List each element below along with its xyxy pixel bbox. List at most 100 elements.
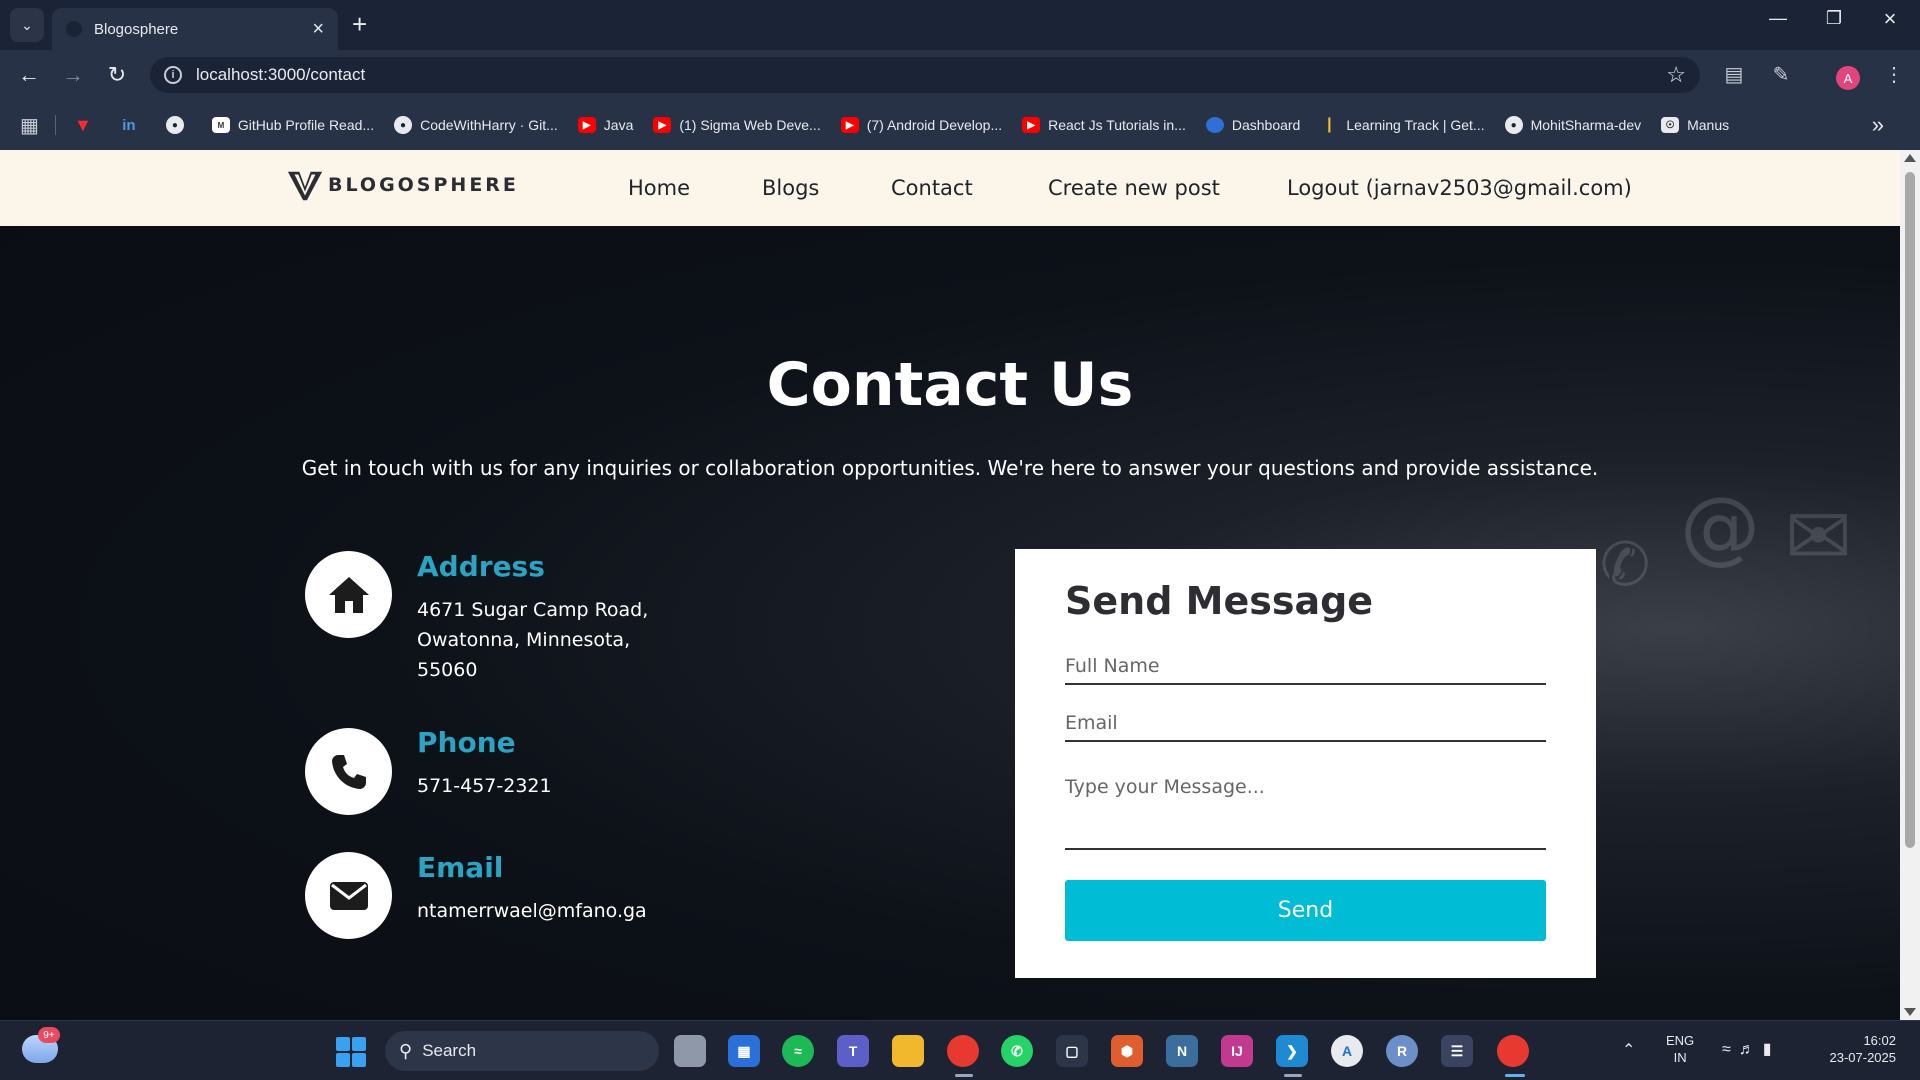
tab-favicon-icon [66,21,82,37]
back-icon[interactable]: ← [14,63,44,87]
phone-icon-circle [305,728,392,815]
bookmark-label: Learning Track | Get... [1346,117,1485,133]
url-text[interactable]: localhost:3000/contact [196,65,1666,85]
apps-grid-icon[interactable]: ▦ [20,113,39,138]
whatsapp-icon[interactable]: ✆ [1001,1035,1033,1067]
minimize-icon[interactable]: — [1758,8,1798,29]
vscode-running-indicator [1284,1074,1302,1077]
battery-icon: ▮ [1762,1041,1780,1058]
teams-icon[interactable]: T [837,1035,869,1067]
bookmark-vercel[interactable]: ▼ [74,115,100,135]
address-line: 4671 Sugar Camp Road, [417,599,649,621]
bookmark-item[interactable]: ● CodeWithHarry · Git... [394,116,558,134]
intellij-icon[interactable]: IJ [1221,1035,1253,1067]
tray-overflow-chevron-icon[interactable]: ⌃ [1622,1040,1635,1060]
bookmark-item[interactable]: | Learning Track | Get... [1320,116,1485,133]
file-explorer-icon[interactable] [892,1035,924,1067]
menu-kebab-icon[interactable]: ⋮ [1880,62,1908,87]
github-icon: ● [165,116,184,134]
restore-icon[interactable]: ❐ [1814,8,1854,29]
app-diagram-icon[interactable]: N [1166,1035,1198,1067]
close-window-icon[interactable]: × [1870,6,1910,32]
nav-blogs[interactable]: Blogs [762,176,819,200]
tab-groups-icon[interactable]: ▤ [1720,62,1748,87]
more-bookmarks-icon[interactable]: » [1872,112,1884,138]
ms-store-icon[interactable]: ▦ [728,1035,760,1067]
spotify-icon[interactable]: ≈ [782,1035,814,1067]
email-address: ntamerrwael@mfano.ga [417,900,647,922]
bookmark-item[interactable]: ▶ Java [577,117,633,133]
bookmark-item[interactable]: ▶ React Js Tutorials in... [1022,117,1186,133]
bookmark-item[interactable]: ▶ (7) Android Develop... [840,117,1002,133]
r-app-icon[interactable]: R [1386,1035,1418,1067]
weather-badge: 9+ [38,1027,60,1043]
tab-close-icon[interactable]: × [312,18,324,41]
bookmark-linkedin[interactable]: in [120,116,146,134]
virtualbox-icon[interactable]: ▢ [1056,1035,1088,1067]
youtube-icon: ▶ [1022,117,1041,133]
at-sign-decor-icon: @ [1680,480,1760,573]
address-heading: Address [417,550,545,583]
bookmark-item[interactable]: ☉ Manus [1661,117,1729,133]
browser-tab[interactable]: Blogosphere × [52,8,338,50]
tab-search-icon[interactable]: ⌄ [10,8,44,42]
nav-contact[interactable]: Contact [891,176,973,200]
logo-v-icon [287,171,323,201]
nav-create-post[interactable]: Create new post [1048,176,1220,200]
chrome-icon[interactable] [1497,1035,1529,1067]
scroll-thumb[interactable] [1905,172,1915,848]
bookmark-label: (1) Sigma Web Deve... [679,117,821,133]
language-indicator[interactable]: ENG IN [1666,1032,1694,1066]
search-icon: ⚲ [399,1040,413,1061]
clock-date: 23-07-2025 [1829,1050,1897,1065]
page-scrollbar[interactable] [1900,150,1920,1020]
bookmark-item[interactable]: ▶ (1) Sigma Web Deve... [653,117,821,133]
bookmark-label: Manus [1687,117,1730,133]
page-subtitle: Get in touch with us for any inquiries o… [301,456,1599,480]
chrome-canary-icon[interactable] [947,1035,979,1067]
address-line: Owatonna, Minnesota, [417,629,631,651]
system-clock[interactable]: 16:02 23-07-2025 [1812,1032,1897,1066]
scroll-down-icon[interactable] [1904,1008,1916,1016]
bookmark-item[interactable]: ● MohitSharma-dev [1504,116,1641,134]
reload-icon[interactable]: ↻ [102,63,132,87]
eclipse-icon[interactable]: ☰ [1441,1035,1473,1067]
address-line: 55060 [417,659,478,681]
tray-status-icons[interactable]: ≈♬▮ [1722,1039,1780,1059]
address-bar[interactable]: i localhost:3000/contact ☆ [150,57,1700,93]
envelope-icon [329,881,368,910]
bookmark-github[interactable]: ● [165,116,192,134]
task-view-icon[interactable] [674,1035,706,1067]
app-a-icon[interactable]: A [1331,1035,1363,1067]
youtube-icon: ▶ [840,117,859,133]
new-tab-icon[interactable]: + [352,10,367,38]
bookmark-item[interactable]: Dashboard [1205,117,1300,133]
site-info-icon[interactable]: i [164,66,182,84]
scroll-up-icon[interactable] [1904,154,1916,162]
app-hexagon-icon[interactable]: ⬢ [1111,1035,1143,1067]
message-textarea[interactable] [1065,770,1546,850]
vscode-icon[interactable]: ❯ [1276,1035,1308,1067]
send-button[interactable]: Send [1065,880,1546,941]
profile-avatar[interactable]: A [1836,66,1860,90]
bookmark-star-icon[interactable]: ☆ [1666,62,1686,88]
bookmark-item[interactable]: M GitHub Profile Read... [211,117,374,133]
form-title: Send Message [1065,579,1374,623]
start-windows-icon[interactable] [336,1037,366,1067]
bookmarks-bar: ▦ ▼ in ● M GitHub Profile Read... ● CodeWi… [0,100,1920,150]
email-input[interactable] [1065,706,1546,742]
nav-logout[interactable]: Logout (jarnav2503@gmail.com) [1287,176,1632,200]
extensions-icon[interactable]: ✎ [1767,62,1795,87]
linkedin-icon: in [122,116,136,134]
home-icon [328,576,369,613]
forward-icon[interactable]: → [58,63,88,87]
lang-line: IN [1673,1050,1687,1065]
github-icon: ● [394,116,413,134]
nav-home[interactable]: Home [628,176,690,200]
site-logo[interactable]: BLOGOSPHERE [286,166,519,204]
taskbar-search-label: Search [422,1041,477,1060]
chrome-active-indicator [1505,1074,1525,1077]
full-name-input[interactable] [1065,649,1546,685]
taskbar-search[interactable]: ⚲ Search [385,1031,659,1071]
address-icon-circle [305,551,392,638]
